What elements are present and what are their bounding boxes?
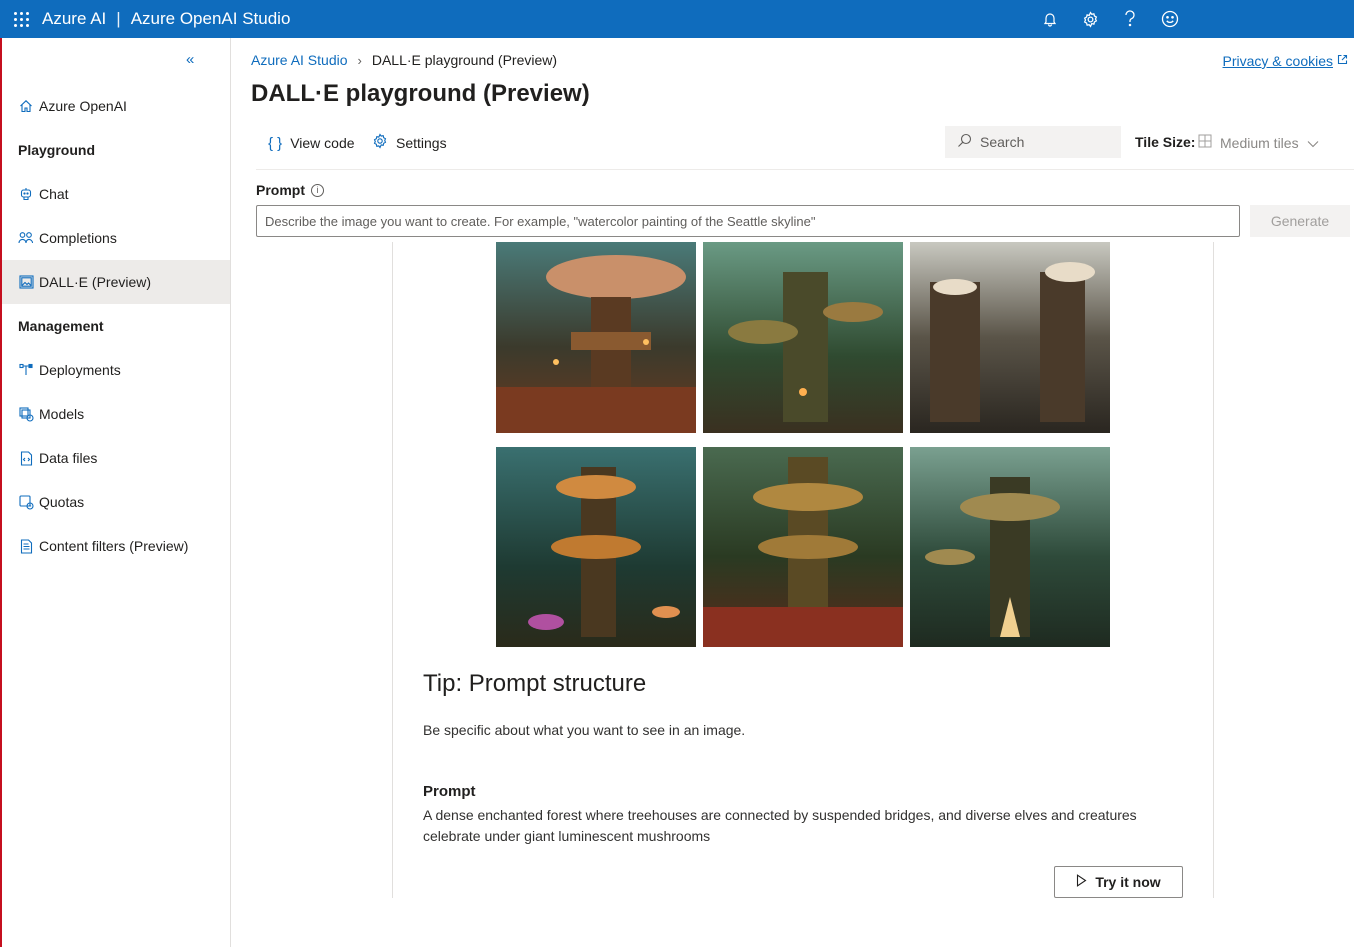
try-it-now-button[interactable]: Try it now [1054, 866, 1183, 898]
models-icon [18, 406, 34, 422]
chevron-right-icon: › [357, 52, 362, 68]
toolbar: { } View code Settings Search Tile Size:… [256, 126, 1354, 170]
brand-azure-ai[interactable]: Azure AI [42, 9, 106, 29]
privacy-cookies-link[interactable]: Privacy & cookies [1223, 53, 1348, 69]
sidebar-item-quotas[interactable]: Quotas [2, 480, 230, 524]
app-launcher-waffle-icon[interactable] [0, 0, 42, 38]
double-chevron-left-icon[interactable]: « [186, 51, 194, 68]
tip-title: Tip: Prompt structure [423, 670, 647, 697]
tip-text: Be specific about what you want to see i… [423, 722, 746, 738]
quotas-icon [18, 494, 34, 510]
brand-product[interactable]: Azure OpenAI Studio [131, 9, 291, 29]
view-code-label: View code [290, 135, 355, 151]
external-link-icon [1337, 54, 1348, 68]
prompt-label-text: Prompt [256, 182, 305, 198]
sidebar-nav: Azure OpenAI Playground Chat Completions… [2, 84, 230, 568]
tile-size-label: Tile Size: [1135, 134, 1196, 150]
content-filters-icon [18, 538, 34, 554]
sidebar-item-deployments[interactable]: Deployments [2, 348, 230, 392]
sidebar-item-label: Models [39, 406, 85, 422]
sidebar-item-completions[interactable]: Completions [2, 216, 230, 260]
settings-label: Settings [396, 135, 447, 151]
tip-card: Tip: Prompt structure Be specific about … [392, 242, 1214, 898]
sidebar-item-label: Azure OpenAI [39, 98, 127, 114]
image-tile[interactable] [496, 447, 696, 647]
search-icon [957, 133, 972, 151]
breadcrumb: Azure AI Studio › DALL·E playground (Pre… [251, 52, 557, 68]
brand-separator: | [116, 9, 121, 28]
sidebar-item-label: DALL·E (Preview) [39, 274, 152, 290]
breadcrumb-current: DALL·E playground (Preview) [371, 52, 558, 68]
sidebar-item-label: Quotas [39, 494, 85, 510]
help-icon[interactable] [1110, 0, 1150, 38]
sidebar-item-data-files[interactable]: Data files [2, 436, 230, 480]
privacy-link-text: Privacy & cookies [1222, 53, 1333, 69]
image-tile[interactable] [496, 242, 696, 433]
home-icon [18, 98, 34, 114]
gear-icon[interactable] [1070, 0, 1110, 38]
sidebar-heading-management: Management [18, 318, 104, 334]
try-it-now-label: Try it now [1095, 874, 1161, 890]
prompt-label: Prompt i [256, 182, 324, 198]
grid-icon [1198, 134, 1212, 151]
sidebar-item-models[interactable]: Models [2, 392, 230, 436]
sidebar-item-chat[interactable]: Chat [2, 172, 230, 216]
deployments-icon [18, 362, 34, 378]
sidebar-item-azure-openai[interactable]: Azure OpenAI [2, 84, 230, 128]
image-tile[interactable] [703, 447, 903, 647]
sidebar-item-label: Chat [39, 186, 69, 202]
page-title: DALL·E playground (Preview) [251, 80, 590, 107]
view-code-button[interactable]: { } View code [268, 126, 355, 160]
image-tile[interactable] [910, 242, 1110, 433]
prompt-input[interactable] [256, 205, 1240, 237]
example-prompt-text: A dense enchanted forest where treehouse… [423, 807, 1137, 844]
top-bar: Azure AI | Azure OpenAI Studio [0, 0, 1354, 38]
chevron-down-icon [1307, 135, 1319, 151]
breadcrumb-root-link[interactable]: Azure AI Studio [251, 52, 348, 68]
sidebar-item-label: Content filters (Preview) [39, 538, 189, 554]
info-icon[interactable]: i [311, 183, 324, 197]
example-prompt-label: Prompt [423, 783, 476, 800]
search-placeholder: Search [980, 134, 1025, 150]
sidebar-heading-playground: Playground [18, 142, 96, 158]
sidebar-item-dalle[interactable]: DALL·E (Preview) [2, 260, 230, 304]
sidebar-item-label: Completions [39, 230, 117, 246]
tile-size-dropdown[interactable]: Medium tiles [1198, 134, 1319, 151]
bell-icon[interactable] [1030, 0, 1070, 38]
braces-icon: { } [268, 134, 283, 152]
chat-icon [18, 186, 34, 202]
data-files-icon [18, 450, 34, 466]
settings-button[interactable]: Settings [372, 126, 447, 160]
sidebar-item-content-filters[interactable]: Content filters (Preview) [2, 524, 230, 568]
sidebar-item-label: Data files [39, 450, 98, 466]
top-icons [1030, 0, 1190, 38]
sidebar-item-label: Deployments [39, 362, 121, 378]
sidebar: « Azure OpenAI Playground Chat Completio… [2, 38, 231, 947]
completions-icon [18, 230, 34, 246]
gear-icon [372, 133, 388, 153]
search-input[interactable]: Search [945, 126, 1121, 158]
generate-button[interactable]: Generate [1250, 205, 1350, 237]
feedback-smiley-icon[interactable] [1150, 0, 1190, 38]
image-tile[interactable] [703, 242, 903, 433]
brand: Azure AI | Azure OpenAI Studio [42, 9, 290, 29]
image-icon [18, 274, 34, 290]
tile-size-value: Medium tiles [1220, 134, 1299, 151]
image-tile[interactable] [910, 447, 1110, 647]
play-icon [1076, 874, 1087, 890]
